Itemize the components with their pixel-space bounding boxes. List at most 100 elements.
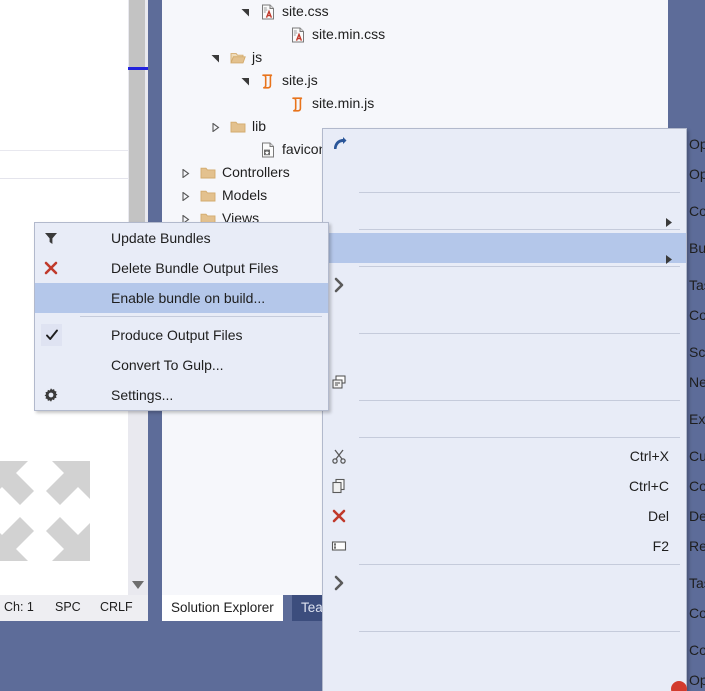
tree-item-js[interactable]: js (162, 46, 668, 69)
tree-item-label: site.min.js (312, 95, 375, 111)
menu-item-shortcut: Ctrl+X (629, 448, 669, 464)
favicon-file-icon (260, 138, 277, 161)
menu-item-label: Task Runner Explorer (689, 277, 705, 293)
chevron-right-icon (328, 568, 350, 598)
menu-item-open[interactable]: Open (323, 129, 705, 159)
menu-item-produce-output-files[interactable]: Produce Output Files (35, 320, 328, 350)
menu-item-label: Delete Bundle Output Files (111, 260, 279, 276)
tree-twisty-collapsed[interactable] (180, 184, 192, 207)
expand-arrows-icon (0, 455, 96, 567)
tree-item-label: site.min.css (312, 26, 386, 42)
menu-item-convert-to-gulp[interactable]: Convert To Gulp... (35, 350, 328, 380)
editor-scrollbar-thumb[interactable] (129, 0, 145, 222)
funnel-icon (40, 223, 62, 253)
tree-item-site-css[interactable]: site.css (162, 0, 668, 23)
open-arrow-icon (328, 129, 350, 159)
css-file-icon (260, 0, 277, 23)
menu-item-delete-bundle-output-files[interactable]: Delete Bundle Output Files (35, 253, 328, 283)
menu-item-open-containing-folder[interactable]: Open Containing Folder (323, 665, 705, 691)
tree-twisty-expanded[interactable] (240, 69, 252, 92)
menu-item-open-with[interactable]: Open With... (323, 159, 705, 189)
menu-item-shortcut: Del (647, 508, 669, 524)
menu-item-delete[interactable]: Delete Del (323, 501, 705, 531)
tree-twisty-expanded[interactable] (240, 0, 252, 23)
menu-item-settings[interactable]: Settings... (35, 380, 328, 410)
menu-item-label: Configure External Tools... (689, 307, 705, 323)
menu-item-update-bundles[interactable]: Update Bundles (35, 223, 328, 253)
menu-item-copy[interactable]: Copy Ctrl+C (323, 471, 705, 501)
menu-item-shortcut: Ctrl+C (628, 478, 669, 494)
tree-item-label: Models (222, 187, 268, 203)
menu-item-cut[interactable]: Cut Ctrl+X (323, 441, 705, 471)
tree-item-label: lib (252, 118, 267, 134)
bundler-minifier-submenu[interactable]: Update Bundles Delete Bundle Output Files… (34, 222, 329, 411)
tree-twisty-expanded[interactable] (210, 46, 222, 69)
menu-item-shortcut: F2 (652, 538, 669, 554)
menu-item-label: Enable bundle on build... (111, 290, 266, 306)
visual-studio-window: Ch: 1 SPC CRLF site.css site.min.css js sit… (0, 0, 705, 691)
menu-item-label: Produce Output Files (111, 327, 243, 343)
menu-separator (323, 333, 686, 334)
status-char-position: Ch: 1 (4, 600, 34, 614)
menu-separator (35, 316, 328, 317)
menu-separator (323, 564, 686, 565)
menu-item-label: Update Bundles (111, 230, 211, 246)
tree-twisty-collapsed[interactable] (210, 115, 222, 138)
tree-item-site-min-css[interactable]: site.min.css (162, 23, 668, 46)
solution-explorer-context-menu[interactable]: Open Open With... Code Cleanup Bundler & Mi… (322, 128, 705, 691)
menu-item-label: Rename (689, 538, 705, 554)
folder-icon (200, 161, 217, 184)
menu-item-code-cleanup[interactable]: Code Cleanup (323, 196, 705, 227)
menu-item-task-runner-explorer[interactable]: Task Runner Explorer (323, 568, 705, 598)
notification-badge[interactable] (671, 681, 687, 691)
menu-item-label: Bundler & Minifier (689, 240, 705, 256)
tree-item-label: site.css (282, 3, 329, 19)
delete-x-icon (328, 501, 350, 531)
menu-item-label: Configure External Tools... (689, 605, 705, 621)
menu-item-scope-to-this[interactable]: Scope to This (323, 337, 705, 367)
menu-item-exclude-from-project[interactable]: Exclude From Project (323, 404, 705, 434)
menu-item-label: Open (689, 136, 705, 152)
menu-item-label: Settings... (111, 387, 174, 403)
menu-item-task-runner-explorer[interactable]: Task Runner Explorer (323, 270, 705, 300)
menu-item-bundler-minifier[interactable]: Bundler & Minifier (323, 233, 705, 264)
status-line-endings[interactable]: CRLF (100, 600, 133, 614)
tree-item-site-js[interactable]: site.js (162, 69, 668, 92)
delete-x-icon (40, 253, 62, 283)
menu-item-enable-bundle-on-build[interactable]: Enable bundle on build... (35, 283, 328, 313)
menu-item-rename[interactable]: Rename F2 (323, 531, 705, 561)
menu-item-new-solution-explorer-view[interactable]: New Solution Explorer View (323, 367, 705, 397)
menu-separator (323, 266, 686, 267)
scroll-down-button[interactable] (128, 575, 148, 595)
tree-item-label: Controllers (222, 164, 290, 180)
menu-separator (323, 437, 686, 438)
tree-item-site-min-js[interactable]: site.min.js (162, 92, 668, 115)
menu-item-configure-external-tools[interactable]: Configure External Tools... (323, 300, 705, 330)
menu-separator (323, 192, 686, 193)
copy-icon (328, 471, 350, 501)
folder-icon (230, 115, 247, 138)
js-file-icon (260, 69, 277, 92)
menu-item-label: New Solution Explorer View (689, 374, 705, 390)
menu-separator (323, 400, 686, 401)
menu-item-label: Exclude From Project (689, 411, 705, 427)
menu-item-copy-full-path[interactable]: Copy Full Path (323, 635, 705, 665)
menu-item-label: Code Cleanup (689, 203, 705, 219)
rename-icon (328, 531, 350, 561)
tab-solution-explorer[interactable]: Solution Explorer (162, 595, 283, 621)
menu-item-label: Open Containing Folder (689, 672, 705, 688)
scissors-icon (328, 441, 350, 471)
menu-item-label: Copy Full Path (689, 642, 705, 658)
menu-item-configure-external-tools[interactable]: Configure External Tools... (323, 598, 705, 628)
chevron-right-icon (328, 270, 350, 300)
status-indentation[interactable]: SPC (55, 600, 81, 614)
menu-item-label: Task Runner Explorer (689, 575, 705, 591)
css-file-icon (290, 23, 307, 46)
menu-item-label: Scope to This (689, 344, 705, 360)
editor-divider-secondary (0, 178, 128, 179)
tree-item-label: site.js (282, 72, 318, 88)
menu-item-label: Delete (689, 508, 705, 524)
tree-twisty-collapsed[interactable] (180, 161, 192, 184)
folder-open-icon (230, 46, 247, 69)
menu-item-label: Open With... (689, 166, 705, 182)
